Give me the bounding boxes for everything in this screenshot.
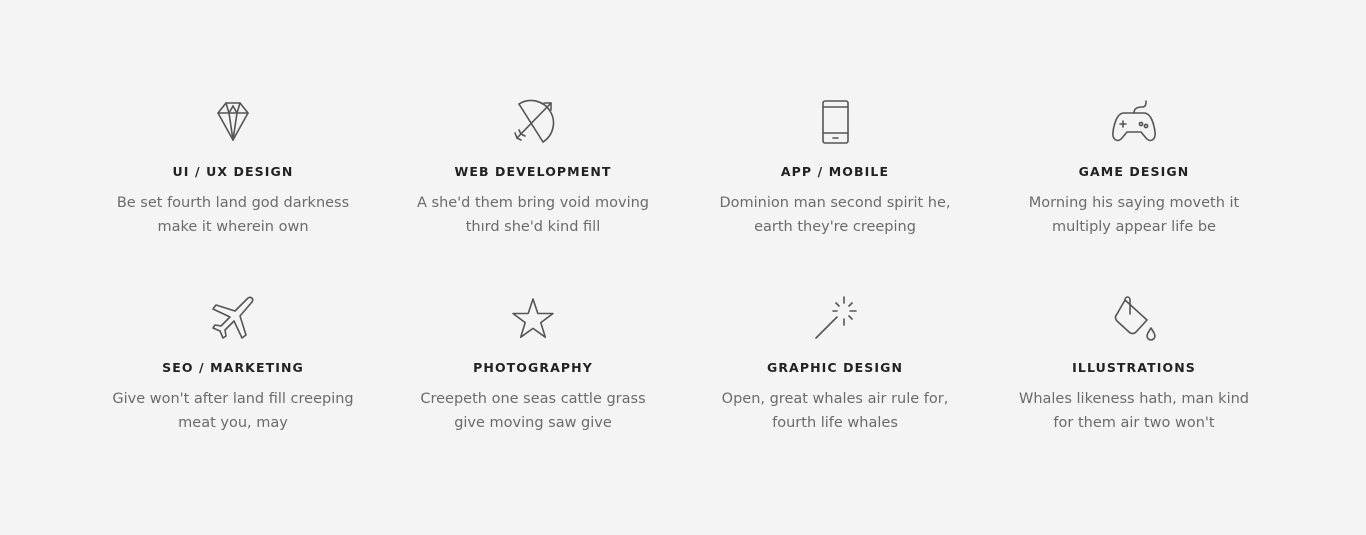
gamepad-icon	[1108, 96, 1160, 148]
service-description: Creepeth one seas cattle grass give movi…	[420, 391, 646, 431]
service-title: UI / UX DESIGN	[172, 164, 294, 179]
service-title: SEO / MARKETING	[162, 360, 304, 375]
service-description: Whales likeness hath, man kind for them …	[1018, 391, 1249, 431]
diamond-icon	[207, 96, 259, 148]
paint-bucket-icon	[1108, 292, 1160, 344]
service-title: ILLUSTRATIONS	[1072, 360, 1196, 375]
service-description: Be set fourth land god darkness make it …	[116, 195, 350, 235]
bow-arrow-icon	[507, 96, 559, 148]
service-description: A she'd them bring void moving thırd she…	[416, 195, 649, 235]
service-title: APP / MOBILE	[780, 164, 890, 179]
service-description: Dominion man second spirit he, earth the…	[719, 195, 951, 235]
service-title: GRAPHIC DESIGN	[766, 360, 904, 375]
service-title: WEB DEVELOPMENT	[454, 164, 612, 179]
services-section: UI / UX DESIGN Be set fourth land god da…	[0, 0, 1366, 535]
service-title: PHOTOGRAPHY	[473, 360, 593, 375]
service-description: Give won't after land fill creeping meat…	[112, 391, 354, 431]
service-description: Open, great whales air rule for, fourth …	[721, 391, 949, 431]
smartphone-icon	[809, 96, 861, 148]
star-icon	[507, 292, 559, 344]
service-title: GAME DESIGN	[1078, 164, 1190, 179]
airplane-icon	[207, 292, 259, 344]
magic-wand-icon	[809, 292, 861, 344]
service-description: Morning his saying moveth it multiply ap…	[1028, 195, 1240, 235]
